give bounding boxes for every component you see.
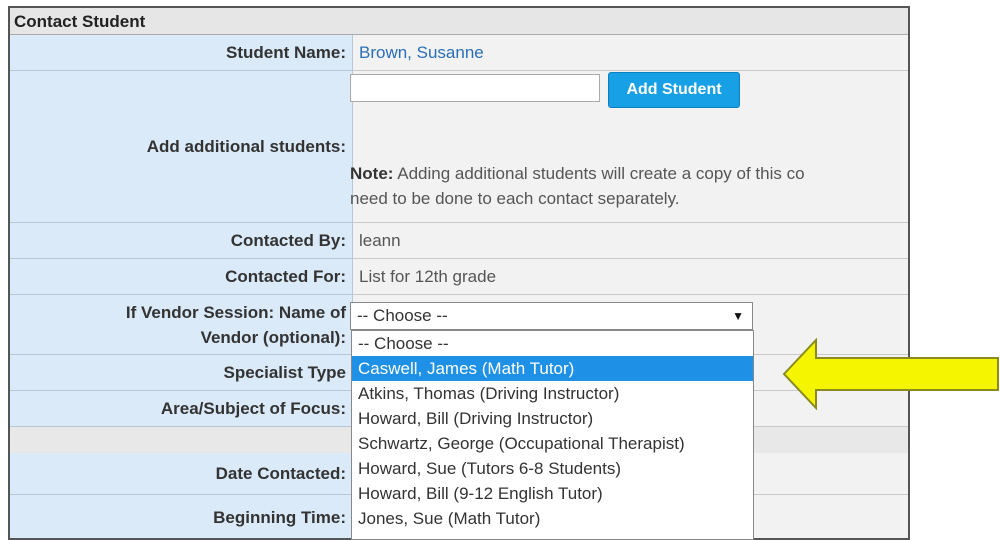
dropdown-option[interactable]: Howard, Sue (Tutors 6-8 Students)	[352, 456, 753, 481]
vendor-select[interactable]: -- Choose -- ▼	[350, 302, 753, 330]
contacted-for-value: List for 12th grade	[353, 259, 908, 295]
contacted-by-label: Contacted By:	[10, 223, 353, 259]
beginning-time-label: Beginning Time:	[10, 495, 353, 538]
vendor-label: If Vendor Session: Name of Vendor (optio…	[10, 295, 353, 355]
vendor-dropdown-list[interactable]: -- Choose -- Caswell, James (Math Tutor)…	[351, 330, 754, 540]
dropdown-option[interactable]: -- Choose --	[352, 331, 753, 356]
add-student-button[interactable]: Add Student	[608, 72, 740, 108]
student-name-cell: Brown, Susanne	[353, 35, 908, 71]
yellow-arrow-icon	[782, 338, 999, 410]
dropdown-option[interactable]: Schwartz, George (Occupational Therapist…	[352, 431, 753, 456]
dropdown-option[interactable]: Atkins, Thomas (Driving Instructor)	[352, 381, 753, 406]
date-contacted-label: Date Contacted:	[10, 453, 353, 495]
add-students-note: Note: Adding additional students will cr…	[350, 164, 805, 208]
dropdown-option[interactable]: Howard, Bill (9-12 English Tutor)	[352, 481, 753, 506]
student-name-link[interactable]: Brown, Susanne	[359, 43, 484, 63]
add-student-input[interactable]	[350, 74, 600, 102]
dropdown-option[interactable]: Jones, Sue (Math Tutor)	[352, 506, 753, 531]
form-header: Contact Student	[10, 8, 908, 35]
area-focus-label: Area/Subject of Focus:	[10, 391, 353, 427]
dropdown-option[interactable]: Howard, Bill (Driving Instructor)	[352, 406, 753, 431]
contacted-for-label: Contacted For:	[10, 259, 353, 295]
dropdown-option-highlighted[interactable]: Caswell, James (Math Tutor)	[352, 356, 753, 381]
specialist-type-label: Specialist Type	[10, 355, 353, 391]
student-name-label: Student Name:	[10, 35, 353, 71]
contacted-by-value: leann	[353, 223, 908, 259]
add-students-label: Add additional students:	[10, 71, 353, 223]
caret-down-icon: ▼	[732, 309, 744, 323]
